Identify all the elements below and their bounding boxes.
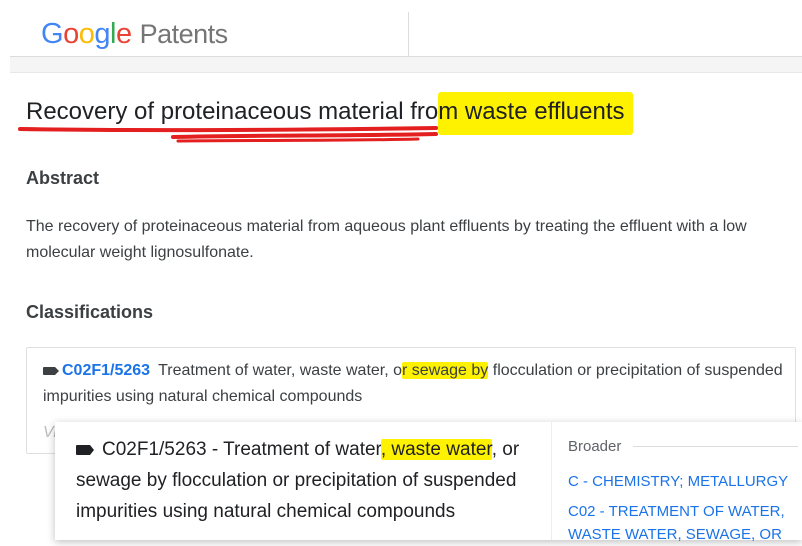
classification-code-link[interactable]: C02F1/5263 (62, 362, 150, 379)
logo-letter: o (63, 18, 79, 50)
classification-tooltip: C02F1/5263 - Treatment of water, waste w… (55, 422, 802, 543)
title-highlight: m waste effluents (438, 92, 633, 135)
classifications-heading: Classifications (26, 302, 154, 322)
tooltip-description: C02F1/5263 - Treatment of water, waste w… (76, 434, 546, 527)
search-area[interactable] (409, 12, 802, 57)
classification-desc: Treatment of water, waste water, o (158, 362, 403, 379)
classification-item: C02F1/5263 Treatment of water, waste wate… (43, 358, 783, 410)
logo-letter: o (78, 18, 95, 50)
title-text: Recovery of proteinaceous material fro (26, 98, 439, 125)
logo-letter: G (41, 18, 64, 50)
broader-label: Broader (568, 438, 622, 455)
logo-letter: g (94, 18, 110, 50)
abstract-heading: Abstract (26, 168, 100, 188)
label-icon (43, 366, 59, 375)
broader-link-treatment[interactable]: C02 - TREATMENT OF WATER, WASTE WATER, S… (568, 500, 793, 546)
tooltip-desc-highlight: , waste water (380, 439, 492, 460)
google-patents-logo[interactable]: Google Patents (41, 18, 228, 51)
site-header: Google Patents (10, 12, 802, 73)
product-name: Patents (139, 19, 229, 49)
divider (633, 446, 798, 447)
classification-desc-highlight: r sewage by (402, 362, 489, 379)
abstract-text: The recovery of proteinaceous material f… (26, 218, 747, 261)
broader-panel: Broader C - CHEMISTRY; METALLURGY C02 - … (551, 422, 802, 543)
label-icon (76, 444, 94, 455)
broader-heading: Broader (568, 438, 798, 455)
tooltip-desc: C02F1/5263 - Treatment of water (102, 439, 381, 460)
logo-container: Google Patents (10, 12, 409, 57)
red-underline-annotation (18, 126, 438, 143)
page-title: Recovery of proteinaceous material from … (26, 92, 633, 135)
logo-letter: e (115, 18, 132, 50)
broader-link-chemistry[interactable]: C - CHEMISTRY; METALLURGY (568, 470, 793, 493)
